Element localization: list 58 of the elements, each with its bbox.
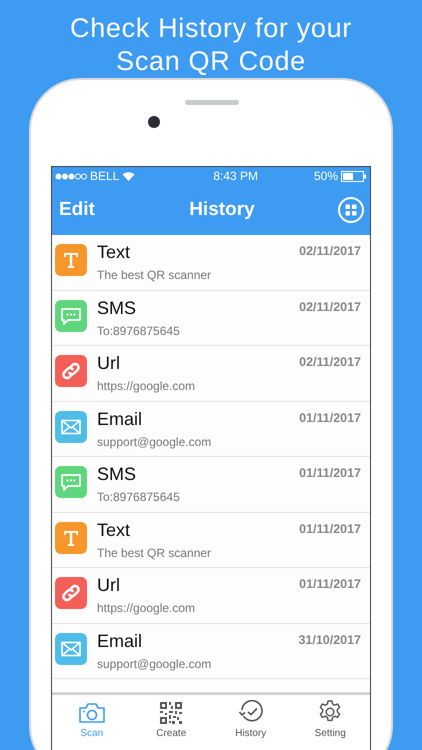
clock-text: 8:43 PM xyxy=(213,168,258,185)
history-row[interactable]: SMS To:8976875645 01/11/2017 xyxy=(52,457,370,512)
tab-bar-item[interactable]: Setting xyxy=(290,695,370,743)
battery-icon xyxy=(341,170,367,182)
signal-icon xyxy=(55,172,87,180)
settings-icon xyxy=(318,700,342,724)
row-subtitle: The best QR scanner xyxy=(97,544,212,560)
tab-bar-item[interactable]: History xyxy=(211,695,290,743)
row-date: 02/11/2017 xyxy=(299,354,361,371)
link-icon xyxy=(55,577,87,609)
envelope-icon xyxy=(55,410,87,442)
chat-bubble-icon xyxy=(55,466,87,498)
letter-t-icon xyxy=(55,244,87,276)
row-date: 01/11/2017 xyxy=(299,465,361,482)
headline-text: Check History for your xyxy=(70,12,352,45)
row-title: Text xyxy=(97,241,132,263)
row-date: 02/11/2017 xyxy=(299,243,361,260)
qr-code-icon xyxy=(160,702,182,724)
history-row[interactable]: Url https://google.com 02/11/2017 xyxy=(52,346,370,402)
row-title: SMS xyxy=(97,296,138,318)
row-date: 01/11/2017 xyxy=(299,410,361,426)
history-row[interactable]: SMS To:8976875645 02/11/2017 xyxy=(52,290,370,346)
nav-title: History xyxy=(189,198,255,222)
row-title: Url xyxy=(97,352,121,374)
grid-icon[interactable] xyxy=(338,197,364,223)
history-row[interactable]: Text The best QR scanner 01/11/2017 xyxy=(52,512,370,568)
row-title: Email xyxy=(97,630,144,652)
row-subtitle: https://google.com xyxy=(97,378,196,394)
tab-bar-item[interactable]: Create xyxy=(132,695,211,743)
history-row[interactable]: Text The best QR scanner 02/11/2017 xyxy=(52,235,370,290)
row-subtitle: To:8976875645 xyxy=(97,322,181,338)
row-title: SMS xyxy=(97,463,138,485)
row-subtitle: support@google.com xyxy=(97,434,212,450)
row-title: Url xyxy=(97,574,121,596)
envelope-icon xyxy=(55,632,87,664)
row-subtitle: support@google.com xyxy=(97,656,212,672)
wifi-icon xyxy=(122,171,136,181)
battery-text: 50% xyxy=(314,168,338,185)
letter-t-icon xyxy=(55,522,87,554)
chat-bubble-icon xyxy=(55,300,87,332)
carrier-text: BELL xyxy=(90,168,120,185)
row-date: 02/11/2017 xyxy=(299,298,361,316)
row-title: Email xyxy=(97,408,144,430)
camera-icon xyxy=(78,702,106,724)
history-row[interactable]: Email support@google.com 01/11/2017 xyxy=(52,402,370,457)
clock-icon xyxy=(238,700,264,724)
row-title: Text xyxy=(97,518,132,540)
row-subtitle: To:8976875645 xyxy=(97,489,181,505)
row-date: 01/11/2017 xyxy=(299,576,361,593)
row-subtitle: The best QR scanner xyxy=(97,267,212,283)
camera-icon xyxy=(148,116,160,128)
row-date: 01/11/2017 xyxy=(299,520,361,538)
row-subtitle: https://google.com xyxy=(97,600,196,616)
row-date: 31/10/2017 xyxy=(298,632,361,648)
link-icon xyxy=(55,355,87,387)
history-row[interactable]: Url https://google.com 01/11/2017 xyxy=(52,568,370,624)
headline-text: Scan QR Code xyxy=(116,45,306,78)
speaker-icon xyxy=(185,100,239,105)
